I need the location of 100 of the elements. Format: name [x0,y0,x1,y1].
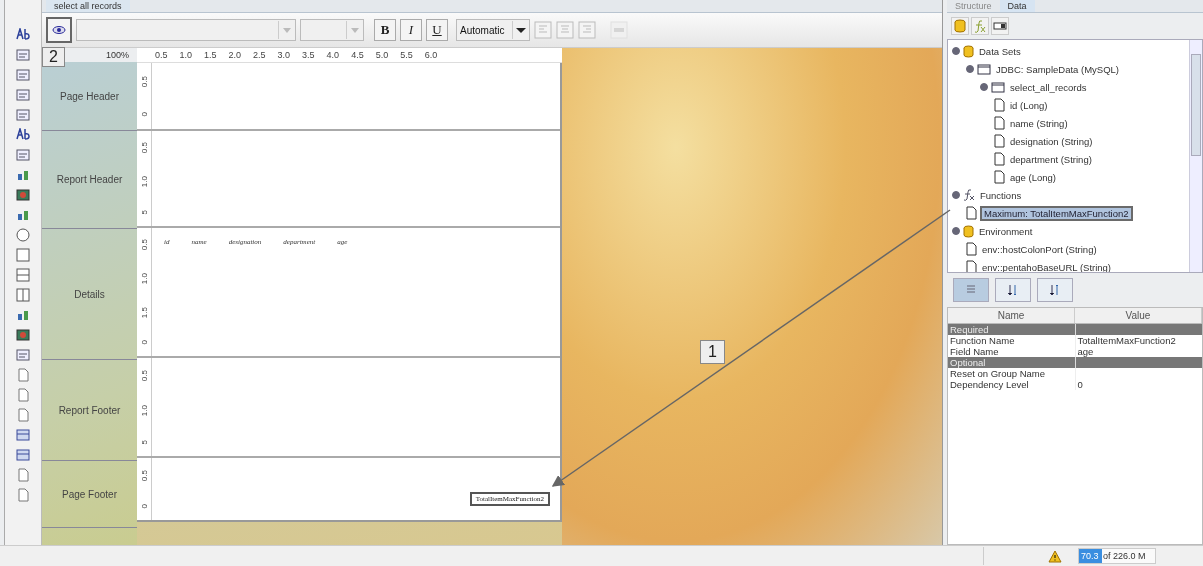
tree-item[interactable]: env::pentahoBaseURL (String) [980,261,1114,272]
eye-icon [52,25,66,35]
band-name: Report Footer [58,404,121,416]
property-name: Reset on Group Name [948,368,1076,379]
expand-toggle-icon[interactable] [966,65,974,73]
ruler-label: 0 [139,340,149,345]
horizontal-split-icon[interactable] [16,268,30,282]
preview-button[interactable] [46,17,72,43]
band-tool-icon[interactable] [16,428,30,442]
chart-tool-icon[interactable] [16,208,30,222]
expand-toggle-icon[interactable] [952,47,960,55]
tree-item[interactable]: Data Sets [977,45,1023,57]
report-band[interactable]: 0.5 1.0 5 [137,131,560,228]
document-tool-icon[interactable] [16,468,30,482]
property-value[interactable]: 0 [1075,379,1202,390]
memory-total: of 226.0 M [1102,551,1146,561]
callout-label: 1 [700,340,725,364]
chart-tool-icon[interactable] [16,308,30,322]
ruler-label: 5 [139,210,149,215]
text-tool-icon[interactable] [16,28,30,42]
categorized-view-button[interactable] [953,278,989,302]
color-dropdown[interactable]: Automatic [456,19,530,41]
document-tool-icon[interactable] [16,388,30,402]
font-size-dropdown[interactable] [300,19,364,41]
ruler-label: 1.5 [139,306,149,318]
expand-toggle-icon[interactable] [952,227,960,235]
ruler-label: 0.5 [139,239,149,251]
tree-item[interactable]: Maximum: TotalItemMaxFunction2 [980,205,1133,221]
ruler-label: 1.0 [179,50,193,60]
column-header[interactable]: Value [1075,308,1202,323]
ruler-label: 1.0 [139,272,149,285]
ruler-label: 3.0 [277,50,291,60]
tree-item[interactable]: id (Long) [1008,99,1050,111]
document-icon [994,116,1005,130]
image-tool-icon[interactable] [16,188,30,202]
band-name: Page Header [60,90,119,102]
document-icon [966,206,977,220]
rectangle-tool-icon[interactable] [16,248,30,262]
bold-button[interactable]: B [374,19,396,41]
sort-ascending-button[interactable] [995,278,1031,302]
document-tool-icon[interactable] [16,368,30,382]
field-tool-icon[interactable] [16,108,30,122]
report-band[interactable]: 0.5 0 [137,63,560,131]
ellipse-tool-icon[interactable] [16,228,30,242]
sort-ascending-icon [1007,283,1019,297]
document-tool-icon[interactable] [16,488,30,502]
property-value[interactable]: age [1075,346,1202,357]
image-tool-icon[interactable] [16,328,30,342]
panel-tab[interactable]: Data [999,0,1035,12]
ruler-label: 2.5 [253,50,266,60]
underline-button[interactable]: U [426,19,448,41]
field-tool-icon[interactable] [16,348,30,362]
database-icon [963,44,974,58]
field-tool-icon[interactable] [16,68,30,82]
warning-icon[interactable] [1048,549,1062,563]
tree-item[interactable]: Environment [977,225,1035,237]
tree-item[interactable]: JDBC: SampleData (MySQL) [994,63,1121,75]
property-value[interactable]: TotalItemMaxFunction2 [1075,335,1202,346]
ruler-label: 2.0 [228,50,242,60]
expand-toggle-icon[interactable] [952,191,960,199]
document-tab[interactable]: select all records [46,0,130,12]
report-band[interactable]: 0.5 1.0 5 [137,358,560,458]
zoom-label: 100% [105,50,129,60]
chart-tool-icon[interactable] [16,168,30,182]
field-tool-icon[interactable] [16,148,30,162]
ruler-label: 1.0 [139,176,149,188]
tree-item[interactable]: env::hostColonPort (String) [980,243,1099,255]
ruler-label: 0 [139,503,149,509]
ruler-label: 0 [139,111,149,117]
field-tool-icon[interactable] [16,88,30,102]
tree-item[interactable]: Functions [978,189,1024,201]
text-tool-icon[interactable] [16,128,30,142]
scrollbar[interactable] [1189,40,1202,272]
band-tool-icon[interactable] [16,448,30,462]
tree-item[interactable]: designation (String) [1008,135,1095,147]
expand-toggle-icon[interactable] [980,83,988,91]
band-name: Report Header [56,174,123,185]
sort-descending-button[interactable] [1037,278,1073,302]
property-group-header: Required [948,324,1076,335]
tree-item[interactable]: name (String) [1008,117,1070,129]
tree-item[interactable]: department (String) [1008,153,1094,165]
tree-item[interactable]: select_all_records [1008,81,1089,93]
field-tool-icon[interactable] [16,48,30,62]
italic-button[interactable]: I [400,19,422,41]
parameter-button[interactable] [991,17,1009,35]
ruler-label: 0.5 [155,50,168,60]
data-source-button[interactable] [951,17,969,35]
document-icon [994,170,1005,184]
document-tool-icon[interactable] [16,408,30,422]
ruler-label: 1.5 [204,50,217,60]
tree-item[interactable]: age (Long) [1008,171,1058,183]
table-icon [977,63,991,75]
ruler-label: 5 [139,439,149,445]
column-header[interactable]: Name [948,308,1075,323]
memory-meter[interactable]: 70.3 of 226.0 M [1078,548,1156,564]
function-icon [963,189,975,201]
ruler-label: 5.5 [400,50,413,60]
list-icon [965,284,977,296]
ruler-label: 3.5 [302,50,315,60]
vertical-split-icon[interactable] [16,288,30,302]
